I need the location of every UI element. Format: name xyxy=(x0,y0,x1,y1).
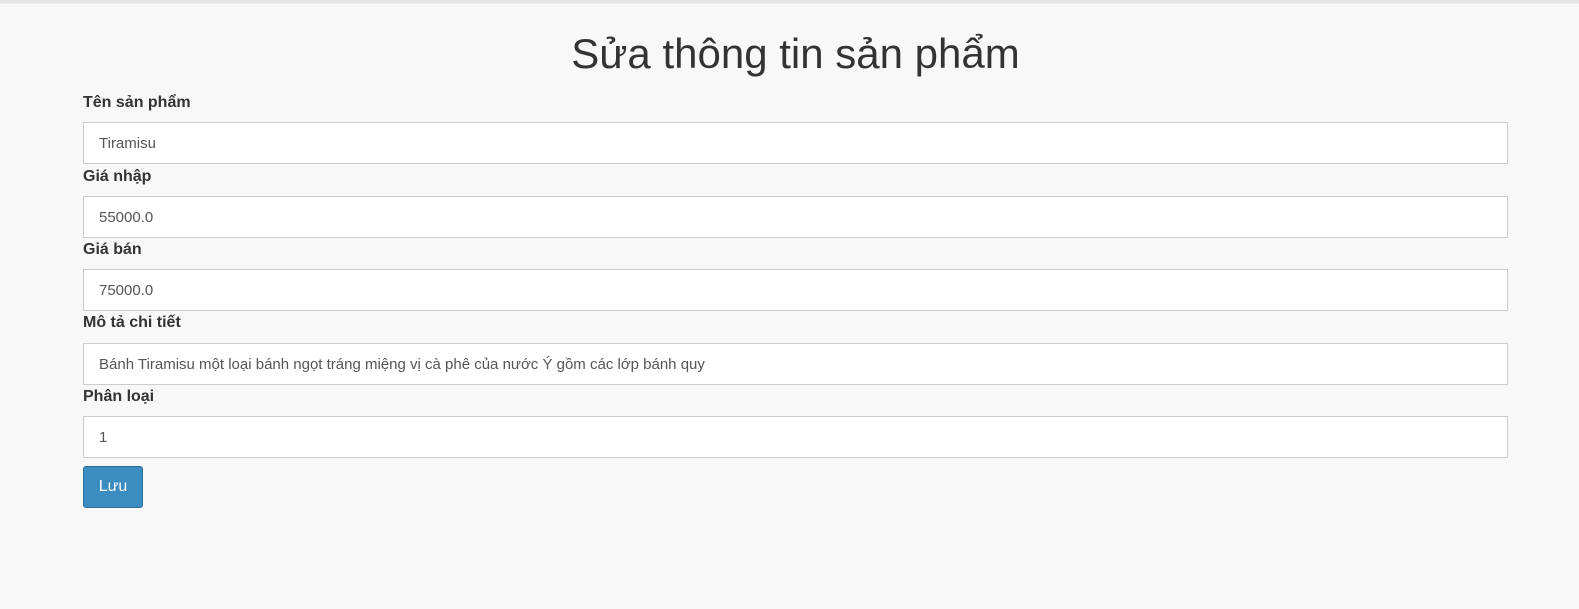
import-price-input[interactable] xyxy=(83,196,1508,238)
product-name-input[interactable] xyxy=(83,122,1508,164)
product-name-label: Tên sản phẩm xyxy=(83,94,191,111)
top-divider xyxy=(0,0,1579,4)
description-input[interactable] xyxy=(83,343,1508,385)
sale-price-input[interactable] xyxy=(83,269,1508,311)
category-input[interactable] xyxy=(83,416,1508,458)
sale-price-label: Giá bán xyxy=(83,241,142,258)
import-price-label: Giá nhập xyxy=(83,168,152,185)
description-label: Mô tả chi tiết xyxy=(83,314,181,331)
page-title: Sửa thông tin sản phẩm xyxy=(571,30,1020,77)
category-label: Phân loại xyxy=(83,388,155,405)
save-button[interactable]: Lưu xyxy=(83,466,143,508)
